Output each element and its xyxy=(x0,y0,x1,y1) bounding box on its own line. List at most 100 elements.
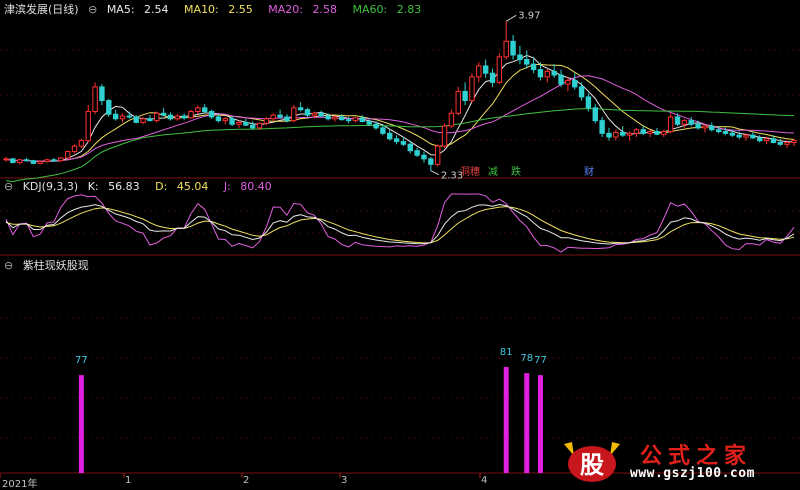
candle-body-22 xyxy=(154,112,160,122)
candle-body-51 xyxy=(352,117,359,122)
candle-body-7 xyxy=(51,159,57,162)
candle-body-71 xyxy=(489,72,496,83)
candle-body-113 xyxy=(777,141,783,145)
candle-body-83 xyxy=(572,80,578,88)
candle-body-90 xyxy=(619,131,626,136)
candle-body-42 xyxy=(291,107,297,122)
candle-body-0 xyxy=(3,158,9,161)
purple-bar-2 xyxy=(524,373,530,473)
signal-marker-0: 洞穗 xyxy=(460,165,480,178)
candle-body-87 xyxy=(599,120,605,134)
candle-body-61 xyxy=(421,154,427,160)
panel3-expand-icon[interactable]: ⊖ xyxy=(4,259,13,272)
candle-body-97 xyxy=(667,116,674,133)
signal-marker-1: 减 xyxy=(488,166,498,178)
panel3-header: ⊖ 紫柱现妖股现 xyxy=(4,257,95,273)
panel1-header: 津滨发展(日线) ⊖ MA5: 2.54 MA10: 2.55 MA20: 2.… xyxy=(4,1,433,17)
candle-body-74 xyxy=(510,40,516,56)
candle-body-84 xyxy=(578,86,585,98)
candle-body-19 xyxy=(133,116,139,123)
candle-body-45 xyxy=(311,112,318,116)
candle-body-53 xyxy=(366,121,372,125)
candle-body-52 xyxy=(359,117,366,123)
candle-body-65 xyxy=(448,112,455,127)
candle-body-100 xyxy=(688,120,694,125)
candle-body-111 xyxy=(763,138,770,142)
candle-body-12 xyxy=(85,110,91,142)
panel1-expand-icon[interactable]: ⊖ xyxy=(88,3,97,16)
candle-body-9 xyxy=(64,151,71,159)
candle-body-99 xyxy=(681,120,688,125)
purple-bar-1 xyxy=(503,366,509,473)
candle-body-81 xyxy=(558,74,564,85)
bar-value-label-1: 81 xyxy=(500,347,513,358)
ma5-value: 2.54 xyxy=(144,3,169,16)
watermark-site: www.gszj100.com xyxy=(630,466,755,481)
candle-body-95 xyxy=(654,131,660,135)
candle-body-46 xyxy=(318,112,324,117)
chart-stage: 778178 77 3.972.33洞穗减跌财 xyxy=(0,0,800,489)
x-axis-label-year: 2021年 xyxy=(2,479,38,490)
candle-body-89 xyxy=(613,131,619,138)
bar-value-label-0: 77 xyxy=(75,355,88,366)
candle-body-85 xyxy=(585,96,592,109)
candle-body-98 xyxy=(674,116,681,125)
candle-body-3 xyxy=(23,159,30,162)
candle-body-105 xyxy=(722,131,729,134)
candle-body-47 xyxy=(325,115,331,120)
candle-body-26 xyxy=(181,115,187,119)
candle-body-70 xyxy=(482,65,489,74)
x-axis-label-3: 3 xyxy=(341,475,348,486)
x-axis-label-4: 4 xyxy=(481,475,488,486)
panel1-title: 津滨发展(日线) xyxy=(4,3,79,16)
candle-body-17 xyxy=(119,115,126,120)
ma10-key: MA10: xyxy=(184,3,219,16)
ma20-value: 2.58 xyxy=(312,3,337,16)
candle-body-94 xyxy=(647,131,653,134)
candle-body-109 xyxy=(750,134,756,139)
candle-body-72 xyxy=(496,56,503,83)
candle-body-15 xyxy=(106,100,112,115)
ma5-key: MA5: xyxy=(106,3,135,16)
j-key: J: xyxy=(223,180,231,193)
purple-bar-3 xyxy=(537,375,543,473)
candle-body-32 xyxy=(222,118,228,122)
bar-value-label-2: 78 xyxy=(520,353,533,364)
ma60-value: 2.83 xyxy=(396,3,422,16)
candle-body-101 xyxy=(695,123,701,129)
candle-body-59 xyxy=(407,143,413,152)
j-value: 80.40 xyxy=(240,180,272,193)
panel2-expand-icon[interactable]: ⊖ xyxy=(4,180,13,193)
candle-body-18 xyxy=(126,115,133,118)
candle-body-86 xyxy=(592,107,598,122)
candle-body-54 xyxy=(373,123,379,129)
candle-body-44 xyxy=(304,109,311,116)
candle-body-33 xyxy=(229,118,235,125)
candle-body-5 xyxy=(37,161,43,164)
candle-body-48 xyxy=(332,116,338,120)
ma10-value: 2.55 xyxy=(228,3,253,16)
candle-body-43 xyxy=(297,107,304,111)
candle-body-57 xyxy=(393,138,400,143)
candle-body-21 xyxy=(147,118,153,122)
candle-body-13 xyxy=(92,86,98,112)
d-label: D: 45.04 xyxy=(155,180,214,193)
d-value: 45.04 xyxy=(176,180,209,193)
candle-body-88 xyxy=(606,132,612,138)
candle-body-107 xyxy=(736,134,742,138)
candle-body-35 xyxy=(243,121,249,126)
candle-body-25 xyxy=(174,115,181,120)
candle-body-16 xyxy=(112,113,119,120)
candle-body-76 xyxy=(524,59,530,65)
panel3-title: 紫柱现妖股现 xyxy=(22,259,89,272)
k-value: 56.83 xyxy=(108,180,140,193)
candle-body-40 xyxy=(277,114,283,118)
j-label: J: 80.40 xyxy=(224,180,278,193)
bar-value-label-3: 77 xyxy=(534,355,547,366)
candle-body-30 xyxy=(208,110,215,118)
ma60-label: MA60: 2.83 xyxy=(352,3,427,16)
candle-body-56 xyxy=(387,132,393,140)
candle-body-23 xyxy=(160,112,167,116)
candle-body-36 xyxy=(249,124,256,129)
purple-bar-0 xyxy=(78,375,84,473)
